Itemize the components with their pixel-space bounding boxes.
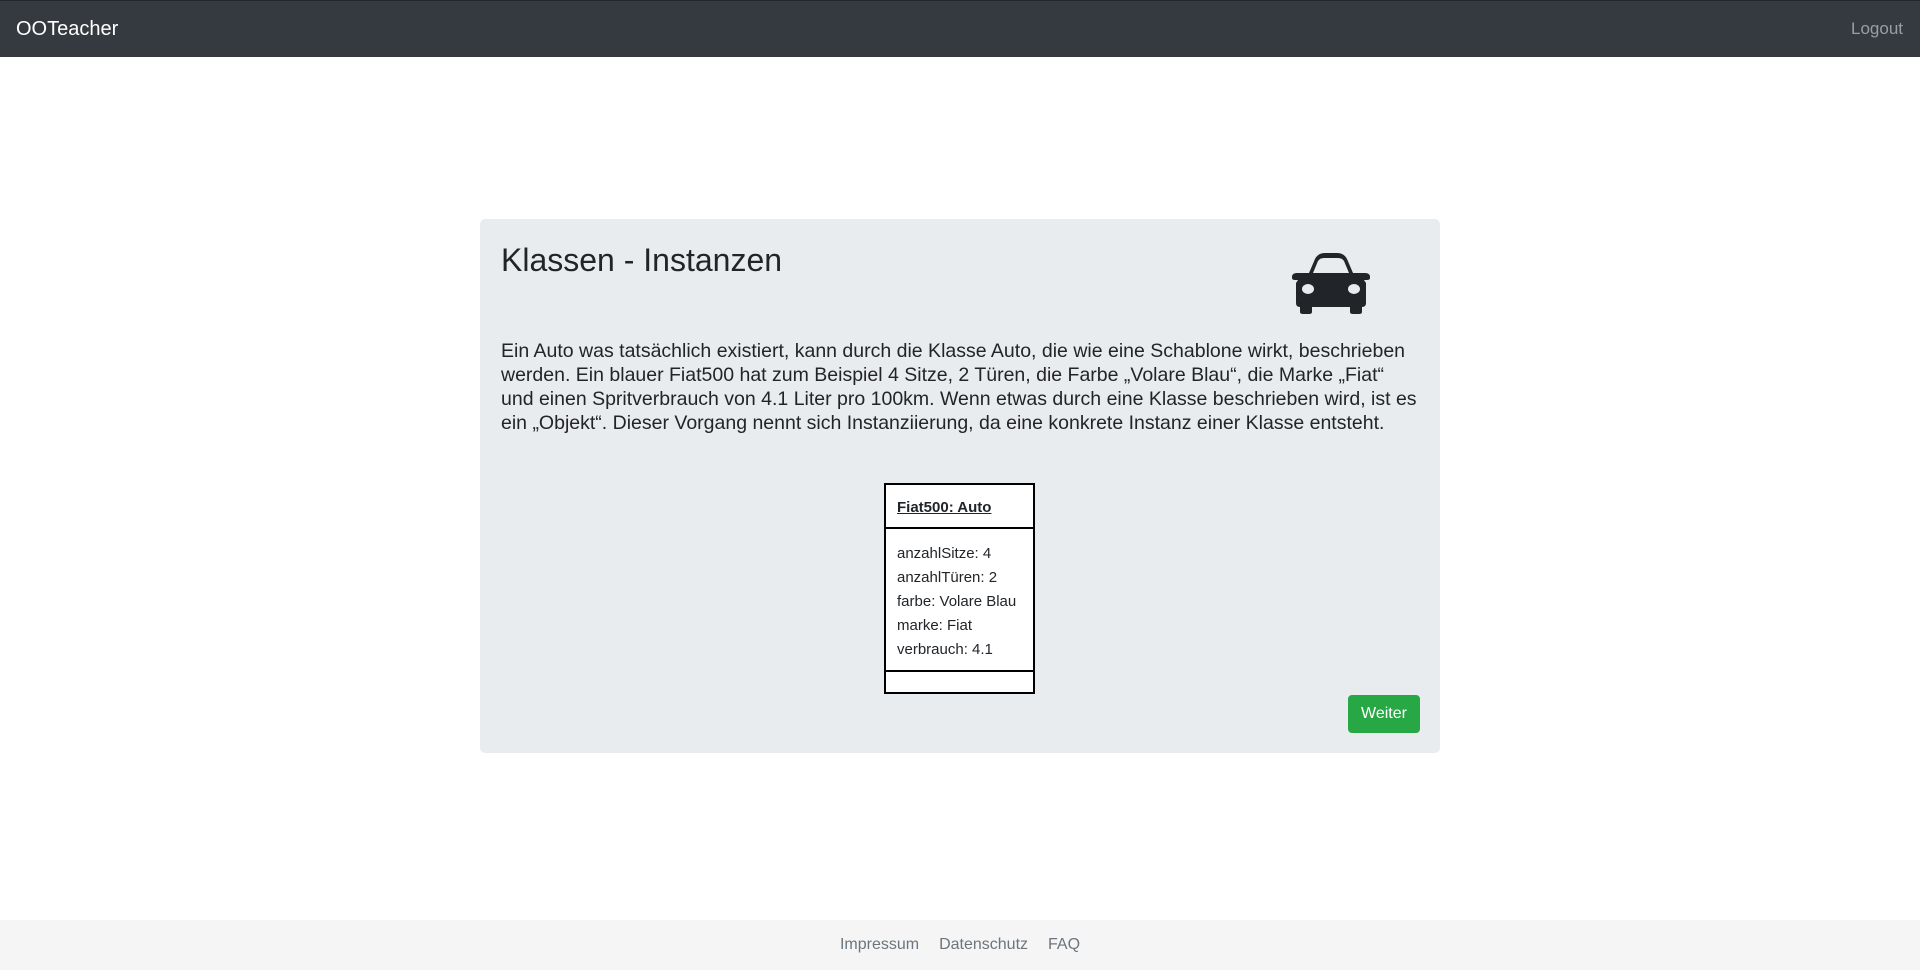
uml-attribute: anzahlTüren: 2: [897, 569, 998, 586]
logout-link[interactable]: Logout: [1851, 19, 1903, 39]
uml-attribute: farbe: Volare Blau: [897, 593, 1017, 610]
uml-attributes: anzahlSitze: 4 anzahlTüren: 2 farbe: Vol…: [886, 529, 1033, 672]
datenschutz-link[interactable]: Datenschutz: [939, 936, 1028, 954]
brand-link[interactable]: OOTeacher: [16, 18, 118, 41]
uml-attribute: verbrauch: 4.1: [897, 641, 993, 658]
uml-operations: [886, 672, 1033, 690]
uml-attribute: anzahlSitze: 4: [897, 545, 992, 562]
navbar: OOTeacher Logout: [0, 0, 1920, 57]
uml-attribute: marke: Fiat: [897, 617, 973, 634]
footer: Impressum Datenschutz FAQ: [0, 920, 1920, 970]
page-title: Klassen - Instanzen: [501, 242, 783, 278]
faq-link[interactable]: FAQ: [1048, 936, 1080, 954]
uml-object-name: Fiat500: Auto: [886, 485, 1033, 529]
car-icon: [1292, 253, 1370, 314]
impressum-link[interactable]: Impressum: [840, 936, 919, 954]
uml-object-diagram: Fiat500: Auto anzahlSitze: 4 anzahlTüren…: [884, 483, 1035, 694]
lesson-card: Klassen - Instanzen Ein Auto was tatsäch…: [480, 219, 1440, 753]
next-button[interactable]: Weiter: [1348, 695, 1420, 733]
lesson-text: Ein Auto was tatsächlich existiert, kann…: [501, 340, 1417, 434]
